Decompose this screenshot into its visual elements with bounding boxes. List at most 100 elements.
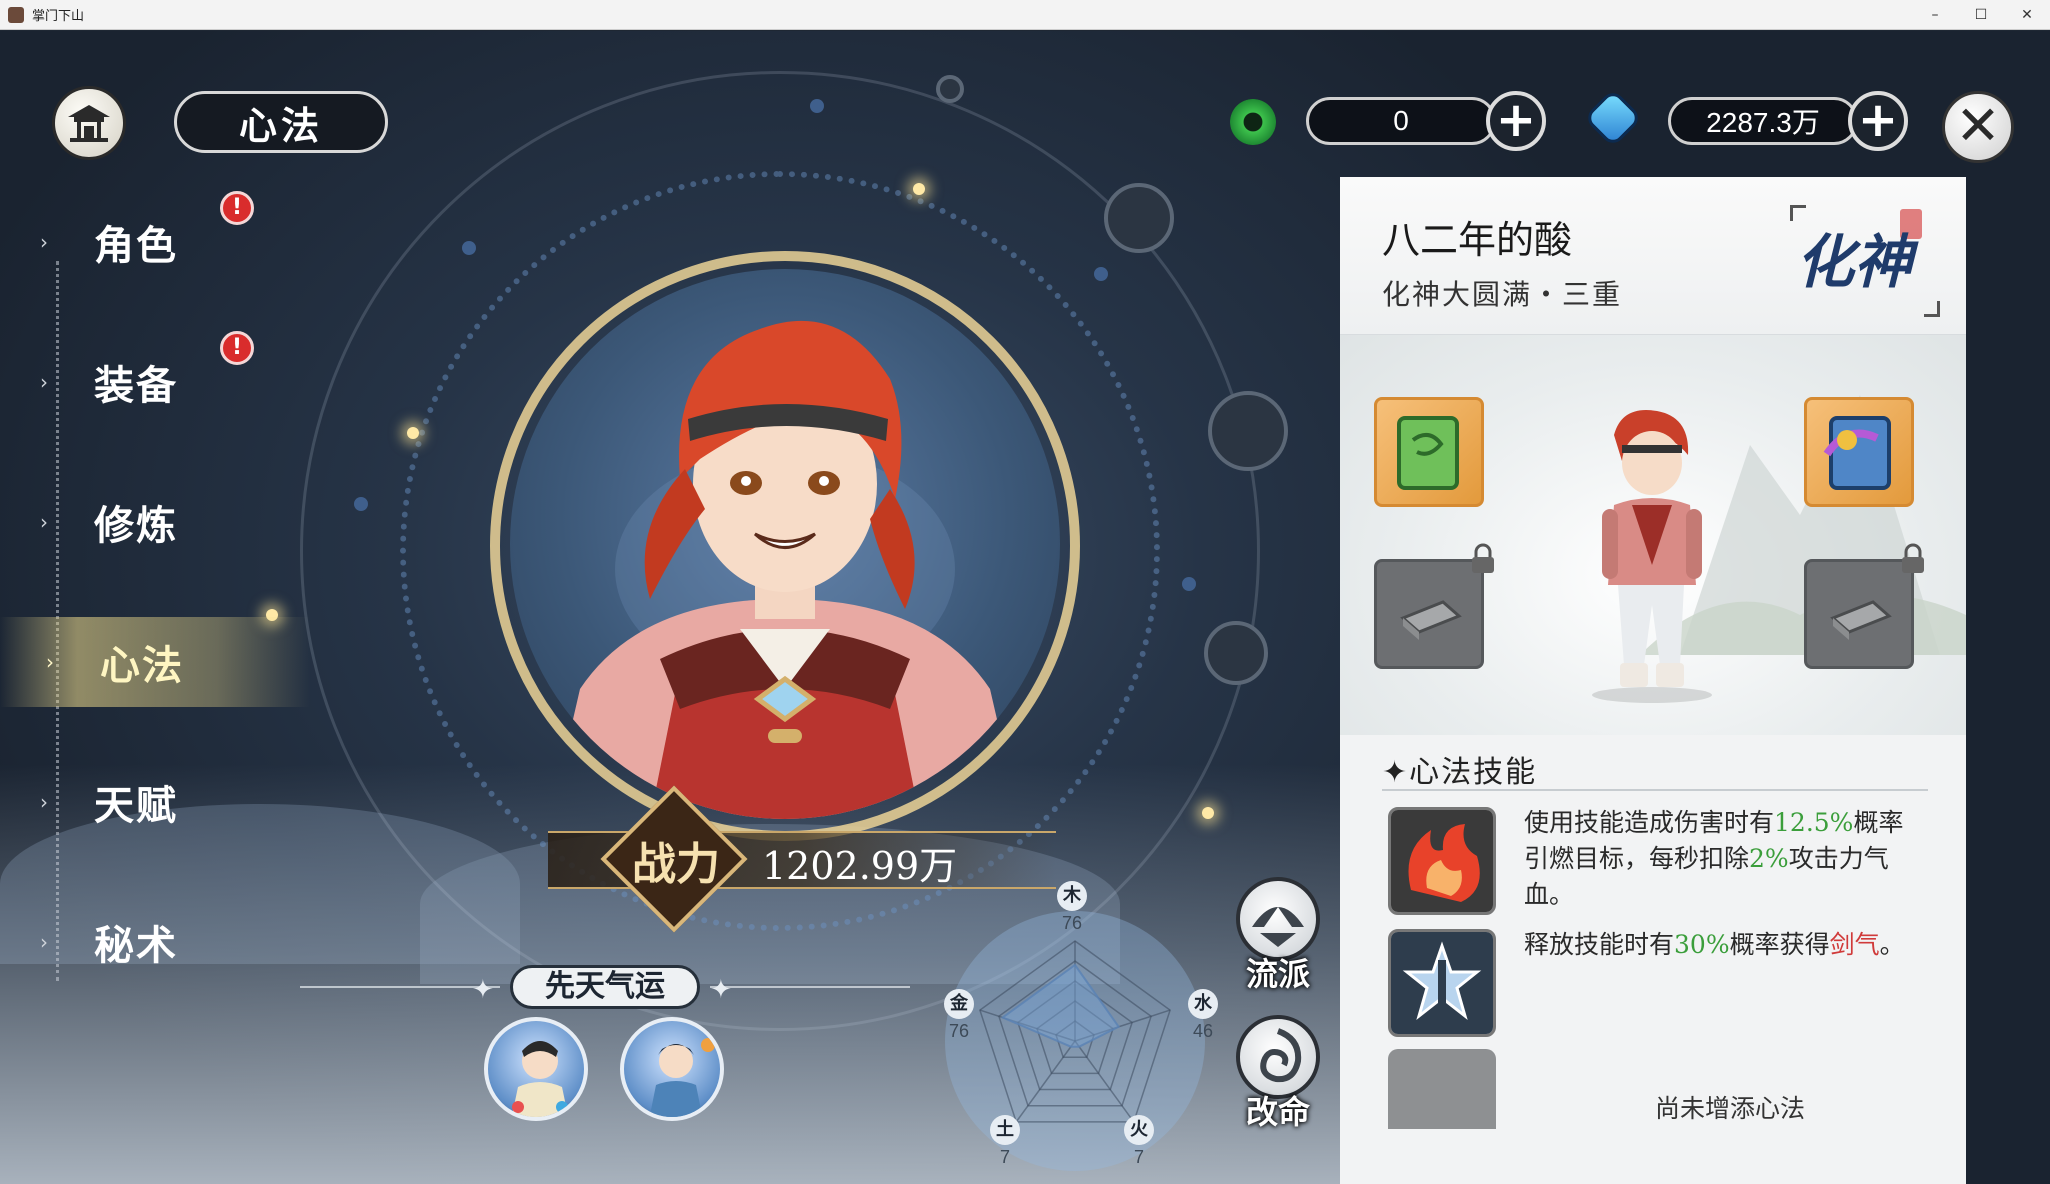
app-icon — [8, 6, 24, 23]
sidebar-item-label: 角色 — [94, 222, 178, 269]
element-wood-label: 木 — [1057, 881, 1087, 911]
chevron-right-icon: › — [40, 230, 48, 254]
window-close-button[interactable]: ✕ — [2004, 0, 2050, 30]
element-water-value: 46 — [1192, 1021, 1214, 1041]
window-controls: – ☐ ✕ — [1912, 0, 2050, 30]
sidebar-item-mental-art[interactable]: › 心法 — [0, 617, 310, 707]
bracket-corner — [1924, 301, 1940, 317]
element-wood-value: 76 — [1061, 913, 1083, 933]
character-name: 八二年的酸 — [1382, 218, 1573, 262]
sect-emblem-icon — [1252, 907, 1304, 947]
add-jade-button[interactable]: + — [1486, 91, 1546, 151]
star-ornament-icon: ✦ — [710, 975, 732, 1005]
mental-art-slot-2[interactable] — [1804, 397, 1914, 507]
divider — [1382, 789, 1928, 791]
panel-header: 八二年的酸 化神大圆满・三重 化神 — [1340, 177, 1966, 335]
sidebar-item-label: 天赋 — [94, 782, 178, 829]
element-fire-value: 7 — [1133, 1147, 1144, 1167]
orbit-planet — [1204, 621, 1268, 685]
orbit-planet — [1104, 183, 1174, 253]
element-water-label: 水 — [1188, 989, 1218, 1019]
skill-description-1: 使用技能造成伤害时有12.5%概率引燃目标，每秒扣除2%攻击力气血。 — [1524, 808, 1904, 909]
sidebar-item-secret-art[interactable]: › 秘术 — [40, 897, 300, 987]
chevron-right-icon: › — [40, 930, 48, 954]
mental-art-slot-locked[interactable] — [1804, 559, 1914, 669]
sidebar-item-cultivation[interactable]: › 修炼 — [40, 477, 300, 567]
add-gem-button[interactable]: + — [1848, 91, 1908, 151]
sidebar-item-label: 秘术 — [94, 922, 178, 969]
skill-description-2: 释放技能时有30%概率获得剑气。 — [1524, 930, 1905, 959]
destiny-talent-icon[interactable] — [484, 1017, 588, 1121]
sidebar-item-equipment[interactable]: › 装备 — [40, 337, 300, 427]
sidebar-item-label: 修炼 — [94, 502, 178, 549]
skill-icon-flaming-fist[interactable] — [1388, 807, 1496, 915]
character-portrait — [510, 269, 1060, 819]
skill-icon-sword-emblem[interactable] — [1388, 929, 1496, 1037]
realm-badge-text: 化神 — [1796, 228, 1913, 296]
glow-spark — [913, 183, 925, 195]
character-realm: 化神大圆满・三重 — [1382, 278, 1623, 311]
blue-manual-icon — [1823, 416, 1891, 490]
element-radar-chart: 木 76 水 46 火 7 土 7 金 76 — [910, 871, 1240, 1184]
character-illustration — [550, 320, 1020, 819]
divider — [300, 986, 500, 988]
spirit-gem-icon — [1583, 88, 1643, 148]
home-button[interactable] — [52, 86, 126, 160]
element-earth-label: 土 — [990, 1115, 1020, 1145]
sword-emblem-icon — [1391, 932, 1493, 1034]
mental-art-slot-locked[interactable] — [1374, 559, 1484, 669]
orbit-dot — [354, 497, 368, 511]
orbit-dot — [810, 99, 824, 113]
close-button[interactable]: ✕ — [1942, 91, 2014, 163]
jade-ring-icon — [1230, 99, 1276, 145]
sidebar-item-label: 心法 — [100, 642, 184, 689]
chevron-right-icon: › — [40, 510, 48, 534]
green-manual-icon — [1397, 416, 1459, 490]
empty-skill-text: 尚未增添心法 — [1654, 1094, 1805, 1123]
sidebar-item-label: 装备 — [94, 362, 178, 409]
element-earth-value: 7 — [999, 1147, 1010, 1167]
school-label: 流派 — [1245, 955, 1310, 993]
page-title: 心法 — [174, 91, 388, 153]
game-scene: 心法 0 + 2287.3万 + ✕ › 角色 ! › 装备 ! › 修炼 › … — [0, 31, 2050, 1184]
sidebar-item-role[interactable]: › 角色 — [40, 197, 300, 287]
character-model — [1592, 410, 1712, 703]
skills-section-title: ✦心法技能 — [1382, 755, 1538, 790]
sidebar-item-talent[interactable]: › 天赋 — [40, 757, 300, 847]
alert-badge: ! — [220, 331, 254, 365]
pavilion-icon — [68, 105, 110, 142]
mental-art-slot-1[interactable] — [1374, 397, 1484, 507]
lock-icon — [1472, 543, 1494, 573]
alert-badge: ! — [220, 191, 254, 225]
currency-gem-value: 2287.3万 — [1668, 97, 1858, 145]
maximize-button[interactable]: ☐ — [1958, 0, 2004, 30]
grey-manual-icon — [1400, 600, 1462, 640]
chevron-right-icon: › — [40, 370, 48, 394]
fate-swirl-icon — [1260, 1028, 1302, 1083]
orbit-planet — [1208, 391, 1288, 471]
divider — [710, 986, 910, 988]
currency-jade-value: 0 — [1306, 97, 1496, 145]
orbit-dot — [1182, 577, 1196, 591]
element-fire-label: 火 — [1124, 1115, 1154, 1145]
star-ornament-icon: ✦ — [472, 975, 494, 1005]
lock-icon — [1902, 543, 1924, 573]
window-titlebar: 掌门下山 – ☐ ✕ — [0, 0, 2050, 30]
character-info-panel: 八二年的酸 化神大圆满・三重 化神 ✦心法技能 使用技能造成伤害时有12.5%概… — [1340, 177, 1966, 1184]
minimize-button[interactable]: – — [1912, 0, 1958, 30]
orbit-dot — [462, 241, 476, 255]
element-metal-label: 金 — [944, 989, 974, 1019]
destiny-title: 先天气运 — [510, 965, 700, 1009]
orbit-planet — [936, 75, 964, 103]
glow-spark — [407, 427, 419, 439]
power-label: 战力 — [632, 839, 720, 890]
realm-badge: 化神 — [1790, 205, 1940, 317]
empty-skill-slot[interactable] — [1388, 1049, 1496, 1129]
destiny-talent-icon[interactable] — [620, 1017, 724, 1121]
chevron-right-icon: › — [46, 650, 54, 674]
grey-manual-icon — [1830, 600, 1892, 640]
element-metal-value: 76 — [948, 1021, 970, 1041]
window-title: 掌门下山 — [32, 9, 85, 24]
change-fate-label: 改命 — [1245, 1093, 1310, 1131]
orbit-dot — [1094, 267, 1108, 281]
